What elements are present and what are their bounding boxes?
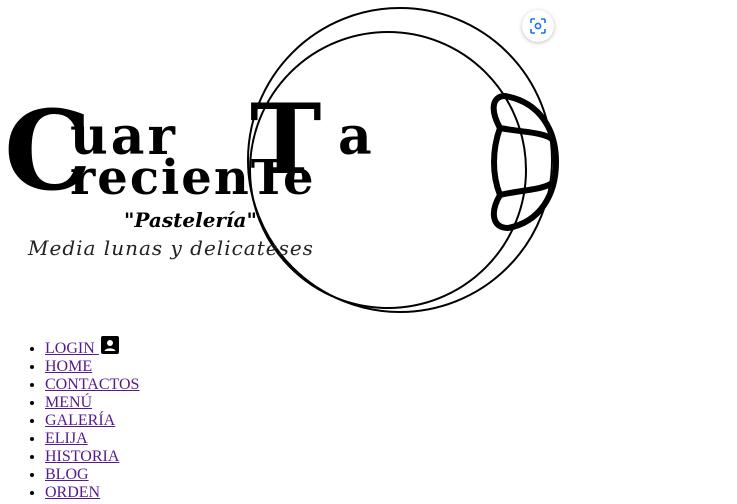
nav-item-galeria: GALERÍA [45,412,139,430]
logo-subtitle: "Pastelería" [124,208,257,232]
nav-link-galeria[interactable]: GALERÍA [45,412,115,429]
nav-link-home[interactable]: HOME [45,358,92,375]
nav-item-orden: ORDEN [45,484,139,502]
logo-word-creciente: recienTe [70,150,316,206]
nav-link-elija[interactable]: ELIJA [45,430,88,447]
nav-item-blog: BLOG [45,466,139,484]
scan-icon [530,18,546,34]
nav-link-contactos[interactable]: CONTACTOS [45,376,139,393]
nav-link-menu[interactable]: MENÚ [45,394,92,411]
main-nav: LOGIN HOME CONTACTOS MENÚ GALERÍA ELIJA … [0,336,139,502]
nav-link-historia[interactable]: HISTORIA [45,448,119,465]
nav-item-home: HOME [45,358,139,376]
nav-item-contactos: CONTACTOS [45,376,139,394]
nav-item-historia: HISTORIA [45,448,139,466]
nav-link-blog[interactable]: BLOG [45,466,89,483]
logo-tagline: Media lunas y delicateses [28,236,314,260]
site-logo: C uar T a recienTe "Pastelería" Media lu… [0,0,600,320]
logo-letter-a: a [338,106,375,167]
nav-item-menu: MENÚ [45,394,139,412]
nav-link-login[interactable]: LOGIN [45,340,99,357]
account-box-icon [100,336,119,354]
visual-search-button[interactable] [522,10,554,42]
nav-item-login: LOGIN [45,336,139,358]
nav-link-orden[interactable]: ORDEN [45,484,100,501]
nav-item-elija: ELIJA [45,430,139,448]
